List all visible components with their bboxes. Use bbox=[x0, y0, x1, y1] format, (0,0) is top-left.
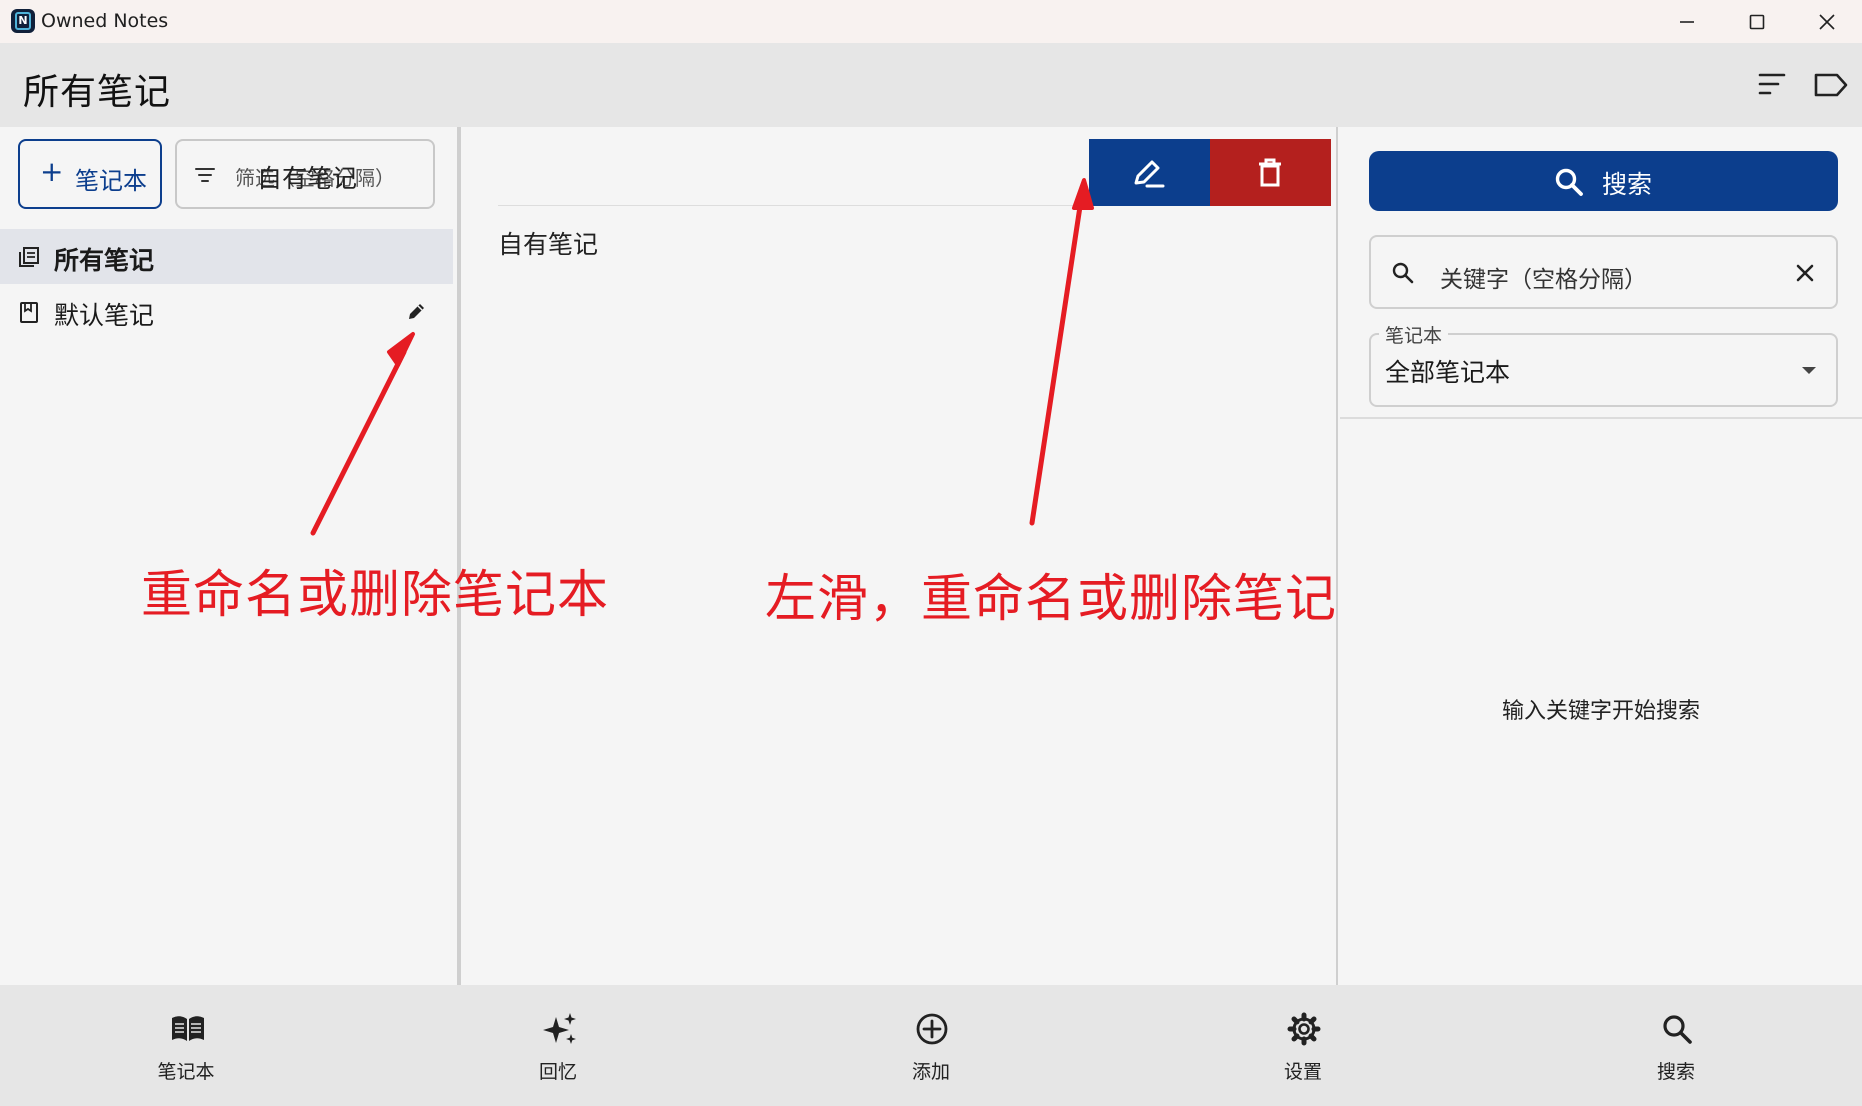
annotation-arrow-left bbox=[310, 332, 415, 536]
annotation-left: 重命名或删除笔记本 bbox=[141, 566, 610, 625]
annotation-right: 左滑，重命名或删除笔记 bbox=[765, 570, 1338, 629]
annotation-arrow-right bbox=[1029, 178, 1094, 526]
